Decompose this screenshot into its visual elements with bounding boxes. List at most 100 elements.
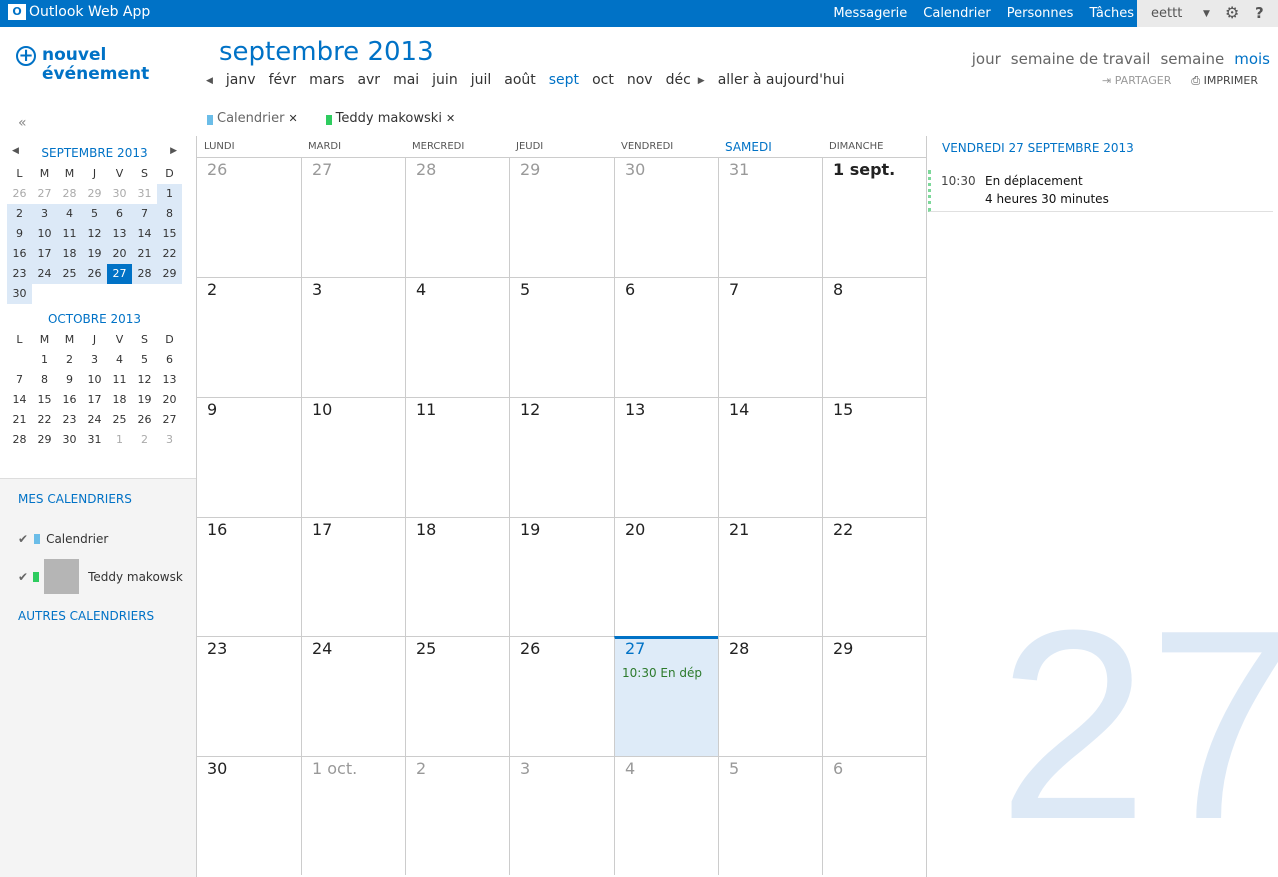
day-cell[interactable]: 26 xyxy=(509,636,614,756)
mini-day[interactable]: 9 xyxy=(57,370,82,390)
day-cell[interactable]: 8 xyxy=(822,277,926,397)
nav-tasks[interactable]: Tâches xyxy=(1089,6,1134,21)
mini-day[interactable]: 10 xyxy=(32,224,57,244)
mini-day[interactable]: 3 xyxy=(82,350,107,370)
day-cell[interactable]: 17 xyxy=(301,517,405,636)
mini-day[interactable]: 18 xyxy=(57,244,82,264)
day-cell[interactable]: 13 xyxy=(614,397,718,517)
collapse-button[interactable]: « xyxy=(18,115,27,131)
mini-day[interactable]: 26 xyxy=(132,410,157,430)
day-cell[interactable]: 31 xyxy=(718,157,822,277)
mini-day[interactable]: 25 xyxy=(107,410,132,430)
mini-day[interactable]: 17 xyxy=(32,244,57,264)
mini-day[interactable]: 15 xyxy=(157,224,182,244)
mini-day[interactable]: 10 xyxy=(82,370,107,390)
mini-day[interactable]: 6 xyxy=(107,204,132,224)
day-cell[interactable]: 14 xyxy=(718,397,822,517)
mini-day[interactable]: 29 xyxy=(157,264,182,284)
mini-day[interactable]: 29 xyxy=(32,430,57,450)
mini-day[interactable]: 12 xyxy=(82,224,107,244)
day-cell[interactable]: 23 xyxy=(197,636,301,756)
day-cell[interactable]: 28 xyxy=(718,636,822,756)
mini-day[interactable]: 9 xyxy=(7,224,32,244)
mini-day[interactable]: 1 xyxy=(32,350,57,370)
mini-title[interactable]: OCTOBRE 2013 xyxy=(48,312,141,326)
event-chip[interactable]: 10:30 En dép xyxy=(622,666,712,680)
mini-day[interactable]: 28 xyxy=(7,430,32,450)
chevron-down-icon[interactable]: ▼ xyxy=(1203,9,1210,19)
day-cell[interactable]: 6 xyxy=(614,277,718,397)
event-item[interactable]: 10:30 En déplacement 4 heures 30 minutes xyxy=(928,170,1273,212)
day-cell[interactable]: 7 xyxy=(718,277,822,397)
mini-day[interactable]: 15 xyxy=(32,390,57,410)
help-icon[interactable]: ? xyxy=(1255,4,1264,22)
mini-day[interactable]: 27 xyxy=(32,184,57,204)
mini-day[interactable]: 2 xyxy=(132,430,157,450)
user-name[interactable]: eettt xyxy=(1151,6,1182,21)
mini-day[interactable]: 12 xyxy=(132,370,157,390)
mini-day[interactable]: 29 xyxy=(82,184,107,204)
day-cell[interactable]: 21 xyxy=(718,517,822,636)
day-cell[interactable]: 27 xyxy=(301,157,405,277)
today-link[interactable]: aller à aujourd'hui xyxy=(718,72,845,88)
gear-icon[interactable]: ⚙ xyxy=(1225,3,1239,22)
mini-day[interactable]: 26 xyxy=(7,184,32,204)
mini-title[interactable]: SEPTEMBRE 2013 xyxy=(41,146,147,160)
day-cell[interactable]: 27 10:30 En dép xyxy=(614,636,718,756)
mini-day[interactable]: 5 xyxy=(132,350,157,370)
day-cell[interactable]: 4 xyxy=(405,277,509,397)
mini-day[interactable]: 14 xyxy=(132,224,157,244)
day-cell[interactable]: 11 xyxy=(405,397,509,517)
mini-day[interactable]: 1 xyxy=(157,184,182,204)
mini-day[interactable]: 7 xyxy=(132,204,157,224)
day-cell[interactable]: 4 xyxy=(614,756,718,875)
day-cell[interactable]: 15 xyxy=(822,397,926,517)
day-cell[interactable]: 25 xyxy=(405,636,509,756)
other-calendars-heading[interactable]: AUTRES CALENDRIERS xyxy=(18,609,154,623)
month-1[interactable]: févr xyxy=(269,72,297,88)
mini-day[interactable]: 16 xyxy=(7,244,32,264)
mini-day[interactable]: 4 xyxy=(57,204,82,224)
day-cell[interactable]: 22 xyxy=(822,517,926,636)
nav-people[interactable]: Personnes xyxy=(1007,6,1074,21)
nav-calendar[interactable]: Calendrier xyxy=(923,6,990,21)
mini-day[interactable]: 30 xyxy=(107,184,132,204)
mini-day[interactable]: 20 xyxy=(107,244,132,264)
mini-day[interactable]: 21 xyxy=(7,410,32,430)
month-7[interactable]: août xyxy=(504,72,536,88)
mini-day[interactable]: 28 xyxy=(132,264,157,284)
day-cell[interactable]: 3 xyxy=(509,756,614,875)
month-10[interactable]: nov xyxy=(627,72,653,88)
day-cell[interactable]: 29 xyxy=(509,157,614,277)
mini-day[interactable]: 8 xyxy=(32,370,57,390)
day-cell[interactable]: 16 xyxy=(197,517,301,636)
day-cell[interactable]: 18 xyxy=(405,517,509,636)
mini-day[interactable]: 26 xyxy=(82,264,107,284)
mini-day[interactable]: 2 xyxy=(57,350,82,370)
app-logo[interactable]: O Outlook Web App xyxy=(8,4,150,20)
mini-day[interactable]: 1 xyxy=(107,430,132,450)
month-5[interactable]: juin xyxy=(432,72,458,88)
day-cell[interactable]: 28 xyxy=(405,157,509,277)
mini-day[interactable]: 24 xyxy=(32,264,57,284)
day-cell[interactable]: 1 sept. xyxy=(822,157,926,277)
mini-day[interactable]: 6 xyxy=(157,350,182,370)
share-button[interactable]: ⇥ PARTAGER xyxy=(1102,74,1171,88)
next-year-icon[interactable]: ▶ xyxy=(698,76,705,88)
mini-day[interactable]: 13 xyxy=(157,370,182,390)
nav-mail[interactable]: Messagerie xyxy=(833,6,907,21)
mini-day[interactable]: 28 xyxy=(57,184,82,204)
day-cell[interactable]: 12 xyxy=(509,397,614,517)
mini-day[interactable]: 27 xyxy=(157,410,182,430)
mini-day[interactable]: 2 xyxy=(7,204,32,224)
day-cell[interactable]: 9 xyxy=(197,397,301,517)
mini-day[interactable]: 11 xyxy=(107,370,132,390)
month-2[interactable]: mars xyxy=(309,72,344,88)
mini-day[interactable]: 20 xyxy=(157,390,182,410)
view-3[interactable]: mois xyxy=(1234,50,1270,68)
day-cell[interactable]: 5 xyxy=(509,277,614,397)
month-11[interactable]: déc xyxy=(666,72,691,88)
month-0[interactable]: janv xyxy=(226,72,256,88)
next-month-icon[interactable]: ▶ xyxy=(170,146,177,156)
chip-calendar[interactable]: Calendrier ✕ xyxy=(207,111,298,126)
